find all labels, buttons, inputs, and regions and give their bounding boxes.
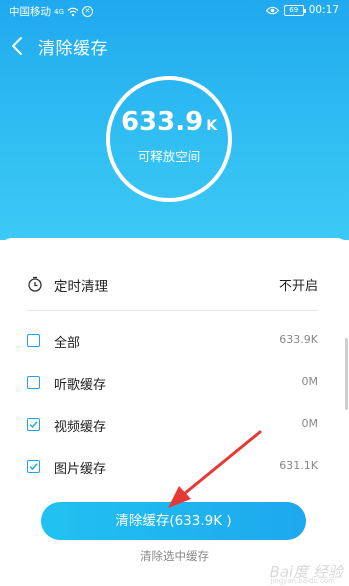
scheduled-clean-value: 不开启 [278, 279, 318, 294]
clock-time: 00:17 [308, 4, 339, 16]
page-title: 清除缓存 [38, 39, 108, 59]
cache-size-ring: 633.9 K 可释放空间 [106, 76, 232, 202]
cache-item-size: 633.9K [279, 333, 318, 346]
clear-cache-button[interactable]: 清除缓存(633.9K ) [41, 502, 306, 540]
scheduled-clean-row[interactable]: 定时清理 不开启 [0, 264, 349, 304]
eye-icon [265, 6, 279, 14]
status-left: 中国移动 4G ✕ [9, 4, 93, 19]
header-background: 中国移动 4G ✕ 69 00:17 清除缓存 633.9 K 可释放空间 [0, 0, 349, 240]
cache-item-size: 0M [301, 417, 319, 430]
cache-item-label: 图片缓存 [54, 462, 107, 477]
cache-size-value: 633.9 K [110, 107, 228, 137]
clock-icon [28, 276, 42, 292]
status-bar: 中国移动 4G ✕ 69 00:17 [0, 0, 349, 24]
cache-size-unit: K [206, 118, 218, 134]
checkbox-checked[interactable] [27, 418, 40, 431]
checkbox-checked[interactable] [27, 460, 40, 473]
check-icon [29, 421, 38, 429]
checkbox[interactable] [27, 334, 40, 347]
cache-item-video[interactable]: 视频缓存 0M [0, 410, 349, 440]
cache-item-size: 0M [301, 375, 319, 388]
cache-item-label: 全部 [54, 336, 81, 351]
check-icon [29, 463, 38, 471]
blocked-icon: ✕ [81, 6, 93, 17]
back-arrow-icon[interactable] [10, 36, 24, 56]
carrier-label: 中国移动 [9, 6, 51, 18]
cache-item-size: 631.1K [279, 459, 318, 472]
battery-level: 69 [289, 5, 299, 14]
cache-panel: 定时清理 不开启 全部 633.9K 听歌缓存 0M 视频缓存 0M 图片缓存 … [0, 238, 349, 586]
cache-size-number: 633.9 [120, 107, 204, 137]
cache-item-music[interactable]: 听歌缓存 0M [0, 368, 349, 398]
checkbox[interactable] [27, 376, 40, 389]
baidu-watermark-url: jingyan.baidu.com [270, 577, 335, 585]
network-type-label: 4G [54, 7, 64, 16]
scrollbar[interactable] [345, 338, 348, 410]
status-right: 69 00:17 [265, 4, 339, 16]
scheduled-clean-label: 定时清理 [54, 279, 108, 295]
cache-item-label: 听歌缓存 [54, 378, 107, 393]
top-bar: 清除缓存 [0, 28, 349, 64]
cache-item-label: 视频缓存 [54, 420, 107, 435]
divider [27, 310, 318, 311]
battery-icon: 69 [283, 4, 306, 16]
cache-size-caption: 可释放空间 [137, 149, 201, 164]
cache-item-all[interactable]: 全部 633.9K [0, 326, 349, 356]
cache-item-image[interactable]: 图片缓存 631.1K [0, 452, 349, 482]
wifi-icon [67, 7, 79, 16]
